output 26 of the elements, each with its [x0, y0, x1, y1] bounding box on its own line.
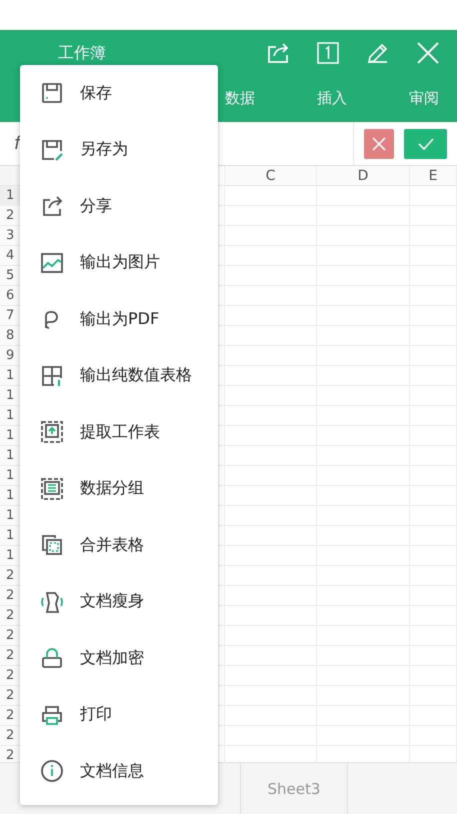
sheet-count-icon[interactable] [315, 40, 341, 66]
close-icon [372, 136, 386, 150]
menu-item[interactable]: 保存 [20, 65, 218, 122]
check-icon [418, 138, 434, 150]
menu-item[interactable]: 另存为 [20, 122, 218, 178]
info-icon [40, 759, 64, 784]
column-header[interactable]: D [317, 166, 410, 186]
document-title: 工作簿 [58, 42, 107, 64]
confirm-button[interactable] [404, 128, 447, 158]
floppy-pencil-icon [40, 138, 64, 162]
extract-sheet-icon [40, 420, 64, 444]
data-group-icon [40, 476, 64, 501]
table-cell[interactable] [317, 186, 410, 206]
menu-item[interactable]: 文档信息 [20, 743, 218, 800]
share-icon [40, 194, 64, 218]
lock-icon [40, 646, 64, 670]
table-cell[interactable] [225, 186, 317, 206]
close-icon[interactable] [415, 40, 441, 66]
column-header[interactable]: E [410, 166, 457, 186]
merge-table-icon [40, 533, 64, 558]
table-number-icon [40, 364, 64, 388]
column-header[interactable]: C [225, 166, 317, 186]
table-cell[interactable] [410, 186, 457, 206]
slim-document-icon [40, 590, 64, 614]
cancel-button[interactable] [364, 128, 394, 158]
image-chart-icon [40, 250, 64, 275]
